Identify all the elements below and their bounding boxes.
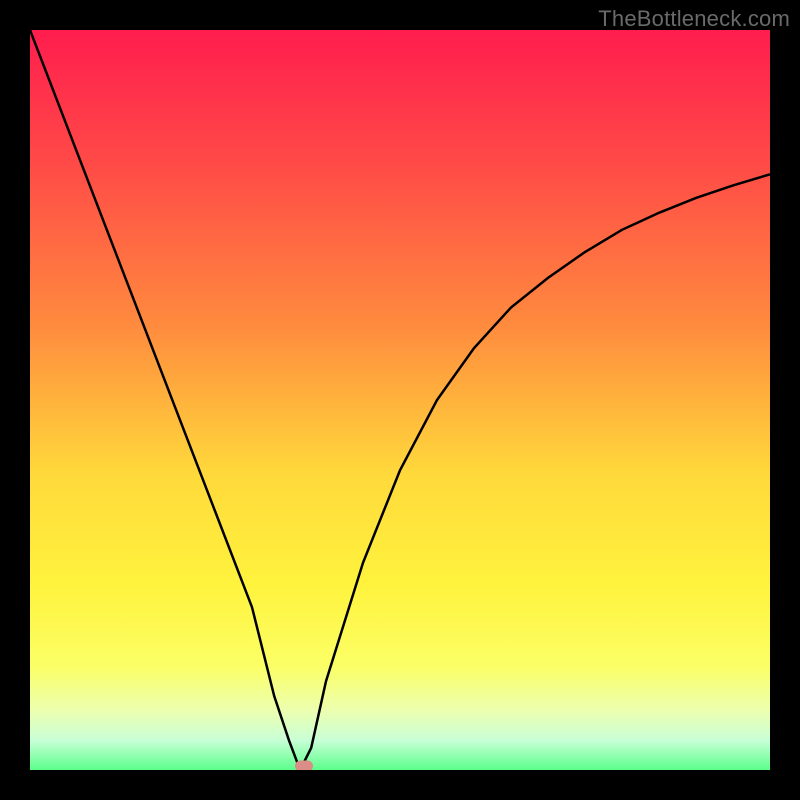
- chart-frame: TheBottleneck.com: [0, 0, 800, 800]
- watermark-text: TheBottleneck.com: [598, 6, 790, 32]
- plot-area: [30, 30, 770, 770]
- gradient-background: [30, 30, 770, 770]
- plot-svg: [30, 30, 770, 770]
- optimum-marker: [295, 761, 313, 771]
